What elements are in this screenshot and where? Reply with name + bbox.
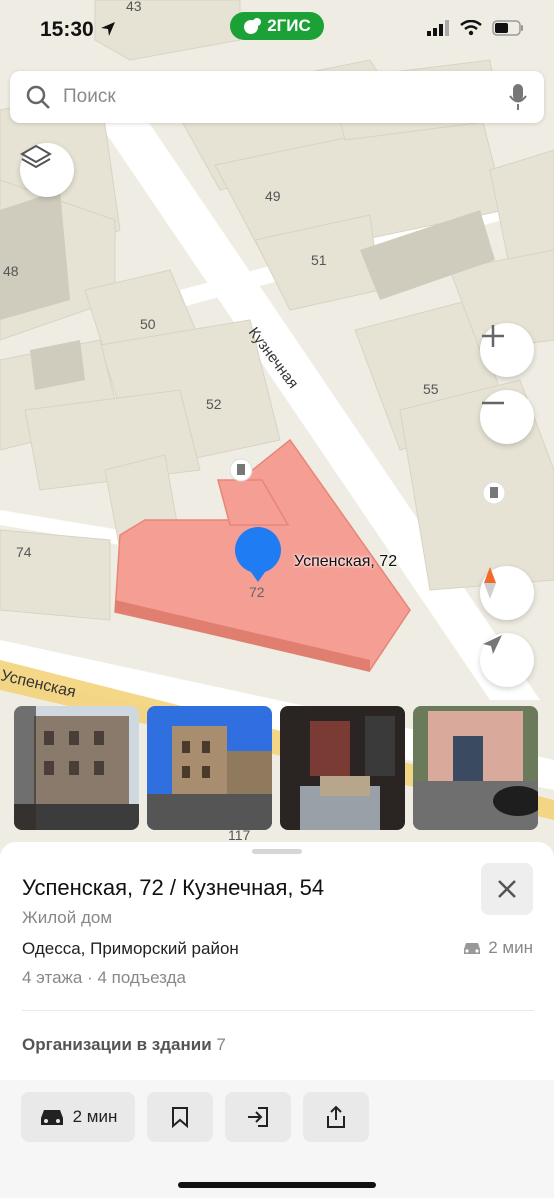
- photo-image: [147, 706, 272, 830]
- minus-icon: [482, 401, 504, 405]
- orgs-label: Организации в здании: [22, 1035, 212, 1054]
- marker-label: Успенская, 72: [294, 553, 398, 570]
- bookmark-button[interactable]: [147, 1092, 213, 1142]
- place-details: 4 этажа · 4 подъезда: [22, 968, 186, 987]
- layers-button[interactable]: [20, 143, 74, 197]
- route-button[interactable]: 2 мин: [21, 1092, 135, 1142]
- place-title: Успенская, 72 / Кузнечная, 54: [22, 875, 325, 900]
- drive-time: 2 мин: [462, 938, 533, 958]
- home-indicator[interactable]: [178, 1182, 376, 1188]
- car-icon: [40, 1110, 63, 1125]
- divider: [22, 1010, 534, 1011]
- building-photo[interactable]: [413, 706, 538, 830]
- action-bar: 2 мин: [0, 1080, 554, 1198]
- signal-icon: [427, 20, 449, 36]
- entrance-icon: [248, 1107, 268, 1127]
- share-button[interactable]: [303, 1092, 369, 1142]
- bookmark-icon: [172, 1107, 188, 1128]
- close-button[interactable]: [481, 863, 533, 915]
- photo-image: [280, 706, 405, 830]
- route-time: 2 мин: [72, 1107, 118, 1126]
- building-photo[interactable]: [280, 706, 405, 830]
- dog-logo-icon: [244, 18, 262, 34]
- photo-image: [14, 706, 139, 830]
- zoom-in-button[interactable]: [480, 323, 534, 377]
- orgs-count: 7: [216, 1035, 226, 1054]
- app-logo-text: 2ГИС: [267, 16, 311, 35]
- wifi-icon: [460, 20, 482, 36]
- zoom-out-button[interactable]: [480, 390, 534, 444]
- navigation-arrow-icon: [483, 635, 502, 654]
- status-icons: [426, 20, 524, 36]
- sheet-handle[interactable]: [252, 849, 302, 854]
- share-icon: [327, 1105, 345, 1128]
- place-card[interactable]: Успенская, 72 / Кузнечная, 54 Жилой дом …: [0, 842, 554, 1198]
- house-number: 49: [265, 188, 281, 204]
- house-number: 74: [16, 544, 32, 560]
- search-bar[interactable]: Поиск: [10, 71, 544, 123]
- building-photo[interactable]: [14, 706, 139, 830]
- location-arrow-icon: [100, 22, 115, 36]
- building-photo[interactable]: [147, 706, 272, 830]
- clock-text: 15:30: [40, 18, 94, 41]
- status-bar: 15:30 2ГИС: [0, 0, 554, 64]
- house-number: 51: [311, 252, 327, 268]
- close-icon: [498, 880, 516, 898]
- battery-icon: [492, 20, 523, 36]
- plus-icon: [482, 325, 504, 347]
- compass-icon: [484, 567, 496, 599]
- my-location-button[interactable]: [480, 633, 534, 687]
- app-logo: 2ГИС: [230, 12, 324, 40]
- microphone-icon[interactable]: [508, 83, 528, 111]
- marker-number: 72: [249, 584, 265, 600]
- search-placeholder: Поиск: [63, 86, 116, 107]
- clock: 15:30: [40, 18, 116, 42]
- layers-icon: [20, 144, 52, 169]
- landmark-icon: [482, 481, 506, 505]
- search-icon: [26, 85, 50, 109]
- photo-image: [413, 706, 538, 830]
- orgs-in-building[interactable]: Организации в здании 7: [22, 1035, 226, 1055]
- enter-button[interactable]: [225, 1092, 291, 1142]
- place-address: Одесса, Приморский район: [22, 939, 239, 958]
- compass-button[interactable]: [480, 566, 534, 620]
- landmark-icon: [229, 458, 253, 482]
- house-number: 55: [423, 381, 439, 397]
- car-icon: [464, 943, 481, 954]
- drive-time-text: 2 мин: [488, 938, 533, 957]
- house-number: 48: [3, 263, 19, 279]
- place-type: Жилой дом: [22, 908, 113, 927]
- house-number: 50: [140, 316, 156, 332]
- photo-strip[interactable]: [14, 706, 538, 830]
- house-number: 52: [206, 396, 222, 412]
